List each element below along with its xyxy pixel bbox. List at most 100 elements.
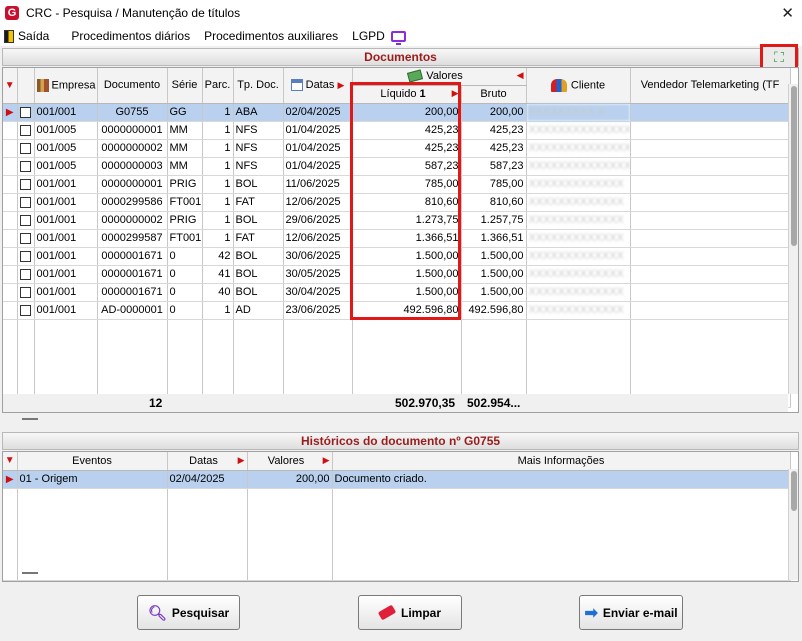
col-empresa[interactable]: Empresa bbox=[34, 68, 98, 104]
cell-bruto: 425,23 bbox=[461, 121, 527, 140]
grid-splitter[interactable] bbox=[22, 418, 38, 420]
row-checkbox[interactable] bbox=[20, 106, 31, 118]
cell-bruto: 1.500,00 bbox=[461, 265, 527, 284]
table-row[interactable]: ▶ 01 - Origem 02/04/2025 200,00 Documento cr… bbox=[3, 470, 791, 489]
total-count: 12 bbox=[149, 396, 163, 410]
menu-item-saida[interactable]: Saída bbox=[0, 29, 49, 43]
table-row[interactable]: 001/005 0000000002 MM 1 NFS 01/04/2025 425,23 4… bbox=[3, 139, 791, 158]
row-checkbox-cell[interactable] bbox=[17, 175, 35, 194]
col-vendedor[interactable]: Vendedor Telemarketing (TF bbox=[630, 68, 791, 104]
col-documento[interactable]: Documento bbox=[97, 68, 168, 104]
col-datas-label: Datas bbox=[189, 454, 218, 467]
cell-documento: 0000001671 bbox=[97, 265, 168, 284]
arrow-right-icon: ➡ bbox=[584, 604, 598, 622]
table-row[interactable]: 001/001 0000299586 FT001 1 FAT 12/06/2025 810,… bbox=[3, 193, 791, 212]
row-checkbox[interactable] bbox=[20, 178, 31, 190]
table-row[interactable]: 001/001 0000001671 0 42 BOL 30/06/2025 1.500,0… bbox=[3, 247, 791, 266]
row-checkbox[interactable] bbox=[20, 124, 31, 136]
cell-empresa: 001/001 bbox=[34, 265, 98, 284]
cell-cliente: XXXXXXXXXXXXX bbox=[526, 247, 631, 266]
row-checkbox-cell[interactable] bbox=[17, 301, 35, 320]
row-checkbox[interactable] bbox=[20, 250, 31, 262]
cell-tp-doc: FAT bbox=[233, 193, 284, 212]
table-row[interactable]: 001/001 0000000002 PRIG 1 BOL 29/06/2025 1.273… bbox=[3, 211, 791, 230]
limpar-button[interactable]: Limpar bbox=[358, 595, 462, 630]
menu-item-procedimentos-auxiliares[interactable]: Procedimentos auxiliares bbox=[204, 29, 338, 43]
table-row[interactable]: ▶ 001/001 G0755 GG 1 ABA 02/04/2025 200,00 200,0… bbox=[3, 103, 791, 122]
table-row[interactable]: 001/001 0000299587 FT001 1 FAT 12/06/2025 1.36… bbox=[3, 229, 791, 248]
row-checkbox-cell[interactable] bbox=[17, 211, 35, 230]
menu-item-lgpd[interactable]: LGPD bbox=[352, 29, 406, 45]
cell-empresa: 001/001 bbox=[34, 283, 98, 302]
scrollbar-thumb[interactable] bbox=[791, 471, 797, 511]
people-icon bbox=[550, 78, 567, 92]
row-checkbox-cell[interactable] bbox=[17, 265, 35, 284]
cell-data: 30/05/2025 bbox=[283, 265, 353, 284]
scrollbar-thumb[interactable] bbox=[791, 86, 797, 246]
table-row[interactable]: 001/005 0000000001 MM 1 NFS 01/04/2025 425,23 4… bbox=[3, 121, 791, 140]
row-checkbox[interactable] bbox=[20, 232, 31, 244]
cell-documento: 0000000001 bbox=[97, 175, 168, 194]
row-checkbox[interactable] bbox=[20, 214, 31, 226]
table-row[interactable]: 001/005 0000000003 MM 1 NFS 01/04/2025 587,23 5… bbox=[3, 157, 791, 176]
cell-cliente: XXXXXXXXXXXXX bbox=[526, 283, 631, 302]
cell-tp-doc: NFS bbox=[233, 139, 284, 158]
row-checkbox-cell[interactable] bbox=[17, 283, 35, 302]
total-liquido: 502.970,35 bbox=[395, 396, 456, 410]
col-mais-informacoes[interactable]: Mais Informações bbox=[332, 452, 791, 471]
col-bruto[interactable]: Bruto bbox=[461, 85, 527, 104]
cell-documento: 0000000002 bbox=[97, 139, 168, 158]
grid-splitter[interactable] bbox=[22, 572, 38, 574]
row-checkbox-cell[interactable] bbox=[17, 139, 35, 158]
cell-empresa: 001/001 bbox=[34, 211, 98, 230]
row-checkbox[interactable] bbox=[20, 286, 31, 298]
row-checkbox-cell[interactable] bbox=[17, 157, 35, 176]
col-valores-label: Valores bbox=[426, 70, 463, 83]
cell-serie: 0 bbox=[167, 301, 203, 320]
cell-cliente: XXXXXXXXX X bbox=[526, 103, 631, 122]
cell-evento: 01 - Origem bbox=[17, 470, 168, 489]
row-checkbox[interactable] bbox=[20, 268, 31, 280]
row-checkbox[interactable] bbox=[20, 142, 31, 154]
app-logo-icon: G bbox=[5, 6, 19, 20]
row-indicator bbox=[3, 211, 18, 230]
row-checkbox[interactable] bbox=[20, 196, 31, 208]
cell-serie: 0 bbox=[167, 283, 203, 302]
pesquisar-button[interactable]: 🔍︎ Pesquisar bbox=[137, 595, 240, 630]
col-cliente[interactable]: Cliente bbox=[526, 68, 631, 104]
totals-bar: 12 502.970,35 502.954... bbox=[3, 394, 788, 412]
col-valores[interactable]: Valores ▶ bbox=[247, 452, 333, 471]
documents-scrollbar[interactable] bbox=[788, 84, 798, 394]
row-checkbox-cell[interactable] bbox=[17, 247, 35, 266]
close-icon[interactable]: ✕ bbox=[781, 4, 794, 22]
row-checkbox[interactable] bbox=[20, 304, 31, 316]
col-datas[interactable]: Datas ▶ bbox=[167, 452, 248, 471]
table-row[interactable]: 001/001 0000001671 0 41 BOL 30/05/2025 1.500,0… bbox=[3, 265, 791, 284]
cell-cliente: XXXXXXXXXXXXX bbox=[526, 175, 631, 194]
history-scrollbar[interactable] bbox=[788, 469, 798, 580]
col-liquido[interactable]: Líquido 1 ▶ bbox=[352, 85, 462, 104]
cell-serie: FT001 bbox=[167, 229, 203, 248]
cell-cliente: XXXXXXXXXXXXX bbox=[526, 265, 631, 284]
col-eventos[interactable]: Eventos bbox=[17, 452, 168, 471]
sort-arrow-icon: ▶ bbox=[451, 88, 459, 98]
row-checkbox-cell[interactable] bbox=[17, 103, 35, 122]
cell-cliente: XXXXXXXXXXXXXXX bbox=[526, 157, 631, 176]
table-row[interactable]: 001/001 0000000001 PRIG 1 BOL 11/06/2025 785,0… bbox=[3, 175, 791, 194]
col-parc[interactable]: Parc. bbox=[202, 68, 234, 104]
col-liquido-label: Líquido bbox=[380, 88, 417, 100]
row-checkbox[interactable] bbox=[20, 160, 31, 172]
table-row[interactable]: 001/001 0000001671 0 40 BOL 30/04/2025 1.500,0… bbox=[3, 283, 791, 302]
cell-serie: MM bbox=[167, 121, 203, 140]
row-checkbox-cell[interactable] bbox=[17, 229, 35, 248]
enviar-email-button[interactable]: ➡ Enviar e-mail bbox=[579, 595, 683, 630]
col-tp-doc[interactable]: Tp. Doc. bbox=[233, 68, 284, 104]
cell-data: 02/04/2025 bbox=[283, 103, 353, 122]
documents-grid: ▼ Empresa Documento Série Parc. Tp. Doc.… bbox=[2, 67, 799, 413]
row-checkbox-cell[interactable] bbox=[17, 193, 35, 212]
table-row[interactable]: 001/001 AD-0000001 0 1 AD 23/06/2025 492.596,8… bbox=[3, 301, 791, 320]
menu-item-procedimentos-diarios[interactable]: Procedimentos diários bbox=[71, 29, 190, 43]
col-datas[interactable]: Datas ▶ bbox=[283, 68, 353, 104]
col-serie[interactable]: Série bbox=[167, 68, 203, 104]
row-checkbox-cell[interactable] bbox=[17, 121, 35, 140]
